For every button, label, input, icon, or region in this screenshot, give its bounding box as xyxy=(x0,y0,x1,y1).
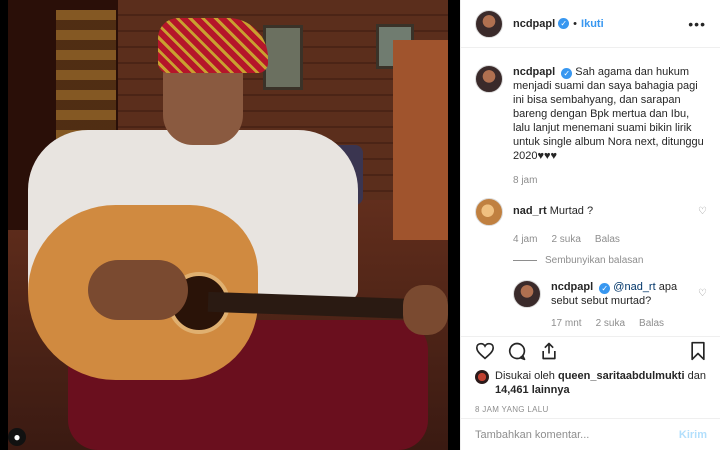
reply-time[interactable]: 17 mnt xyxy=(551,318,582,329)
comment-reply-button[interactable]: Balas xyxy=(595,234,620,245)
likes-prefix: Disukai oleh xyxy=(495,370,555,382)
comment-username[interactable]: nad_rt xyxy=(513,205,547,217)
comment-meta: 4 jam 2 suka Balas xyxy=(513,234,707,245)
comment-item: nad_rt Murtad ? ♡ xyxy=(475,198,707,226)
post-comment-button[interactable]: Kirim xyxy=(679,429,707,441)
caption-username[interactable]: ncdpapl xyxy=(513,66,555,78)
caption: ncdpapl ✓ Sah agama dan hukum menjadi su… xyxy=(475,65,707,163)
tagged-user-icon[interactable]: ● xyxy=(8,428,26,446)
share-icon[interactable] xyxy=(539,341,559,361)
photo-door xyxy=(393,40,448,240)
follow-button[interactable]: Ikuti xyxy=(581,18,604,30)
hide-replies-button[interactable]: Sembunyikan balasan xyxy=(513,255,707,266)
comment-input[interactable]: Tambahkan komentar... xyxy=(475,429,589,441)
author-avatar[interactable] xyxy=(475,9,503,38)
reply-likes[interactable]: 2 suka xyxy=(596,318,625,329)
header-separator: • xyxy=(573,17,578,30)
comment-bubble-icon[interactable] xyxy=(507,341,527,361)
verified-badge-icon: ✓ xyxy=(558,18,570,29)
photo-headband xyxy=(158,18,268,73)
liker-avatar[interactable] xyxy=(475,370,489,384)
comment-likes[interactable]: 2 suka xyxy=(551,234,580,245)
more-options-icon[interactable]: ••• xyxy=(688,16,706,32)
post-photo[interactable] xyxy=(8,0,448,450)
verified-badge-icon: ✓ xyxy=(561,68,573,79)
comment-time[interactable]: 4 jam xyxy=(513,234,537,245)
comment-text: Murtad ? xyxy=(549,205,594,217)
caption-author-avatar[interactable] xyxy=(475,65,503,93)
add-comment-bar: Tambahkan komentar... Kirim xyxy=(461,418,720,450)
photo-wall-portrait xyxy=(263,25,303,90)
reply-like-heart-icon[interactable]: ♡ xyxy=(698,280,707,299)
hide-replies-label: Sembunyikan balasan xyxy=(545,255,644,266)
likes-and: dan xyxy=(687,370,706,382)
reply-reply-button[interactable]: Balas xyxy=(639,318,664,329)
reply-item: ncdpapl ✓ @nad_rt apa sebut sebut murtad… xyxy=(513,280,707,329)
reply-username[interactable]: ncdpapl xyxy=(551,281,593,293)
caption-time[interactable]: 8 jam xyxy=(513,175,537,186)
author-username[interactable]: ncdpapl xyxy=(513,18,555,30)
likes-count[interactable]: 14,461 lainnya xyxy=(495,384,570,396)
commenter-avatar[interactable] xyxy=(475,198,503,226)
caption-meta: 8 jam xyxy=(513,175,707,186)
post-side-panel: ncdpapl ✓ • Ikuti ••• ncdpapl ✓ Sah agam… xyxy=(460,0,720,450)
like-heart-icon[interactable] xyxy=(475,342,495,360)
post-header: ncdpapl ✓ • Ikuti ••• xyxy=(461,0,720,48)
post-actions: Disukai oleh queen_saritaabdulmukti dan … xyxy=(461,336,720,414)
post-image-pane: ● xyxy=(0,0,460,450)
hide-replies-line xyxy=(513,260,537,261)
comments-list[interactable]: ncdpapl ✓ Sah agama dan hukum menjadi su… xyxy=(461,49,720,336)
post-timestamp[interactable]: 8 JAM YANG LALU xyxy=(475,405,707,414)
photo-arm xyxy=(88,260,188,320)
likes-summary: Disukai oleh queen_saritaabdulmukti dan … xyxy=(475,369,707,397)
liker-username[interactable]: queen_saritaabdulmukti xyxy=(558,370,685,382)
reply-author-avatar[interactable] xyxy=(513,280,541,308)
caption-text: Sah agama dan hukum menjadi suami dan sa… xyxy=(513,66,704,162)
photo-hand xyxy=(403,285,448,335)
reply-mention-link[interactable]: @nad_rt xyxy=(613,281,655,293)
action-icons-row xyxy=(475,339,707,363)
save-bookmark-icon[interactable] xyxy=(689,341,707,361)
verified-badge-icon: ✓ xyxy=(599,283,611,294)
comment-like-heart-icon[interactable]: ♡ xyxy=(698,198,707,217)
reply-meta: 17 mnt 2 suka Balas xyxy=(551,318,707,329)
